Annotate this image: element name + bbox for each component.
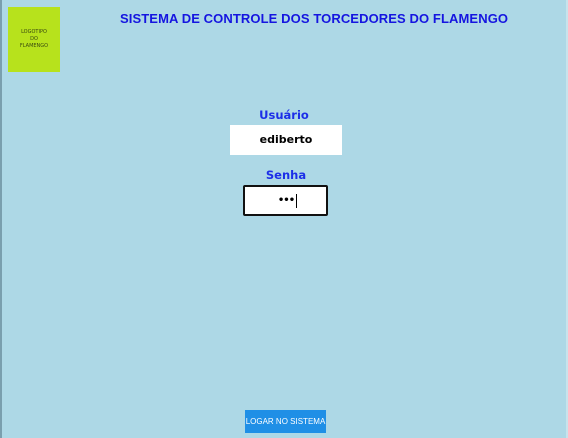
login-button[interactable]: LOGAR NO SISTEMA: [245, 410, 326, 433]
password-input[interactable]: •••: [243, 185, 328, 216]
logo-text-line-1: LOGOTIPO: [21, 29, 47, 35]
password-label: Senha: [265, 168, 307, 182]
login-window: LOGOTIPO DO FLAMENGO SISTEMA DE CONTROLE…: [0, 0, 568, 438]
page-title: SISTEMA DE CONTROLE DOS TORCEDORES DO FL…: [120, 11, 509, 26]
flamengo-logo-placeholder: LOGOTIPO DO FLAMENGO: [8, 7, 60, 72]
window-left-border: [0, 0, 2, 438]
username-input[interactable]: ediberto: [230, 125, 342, 155]
password-mask: •••: [277, 195, 295, 206]
text-caret: [296, 193, 298, 208]
logo-text-line-3: FLAMENGO: [19, 43, 49, 49]
logo-text-line-2: DO: [30, 36, 38, 42]
username-label: Usuário: [259, 108, 309, 122]
